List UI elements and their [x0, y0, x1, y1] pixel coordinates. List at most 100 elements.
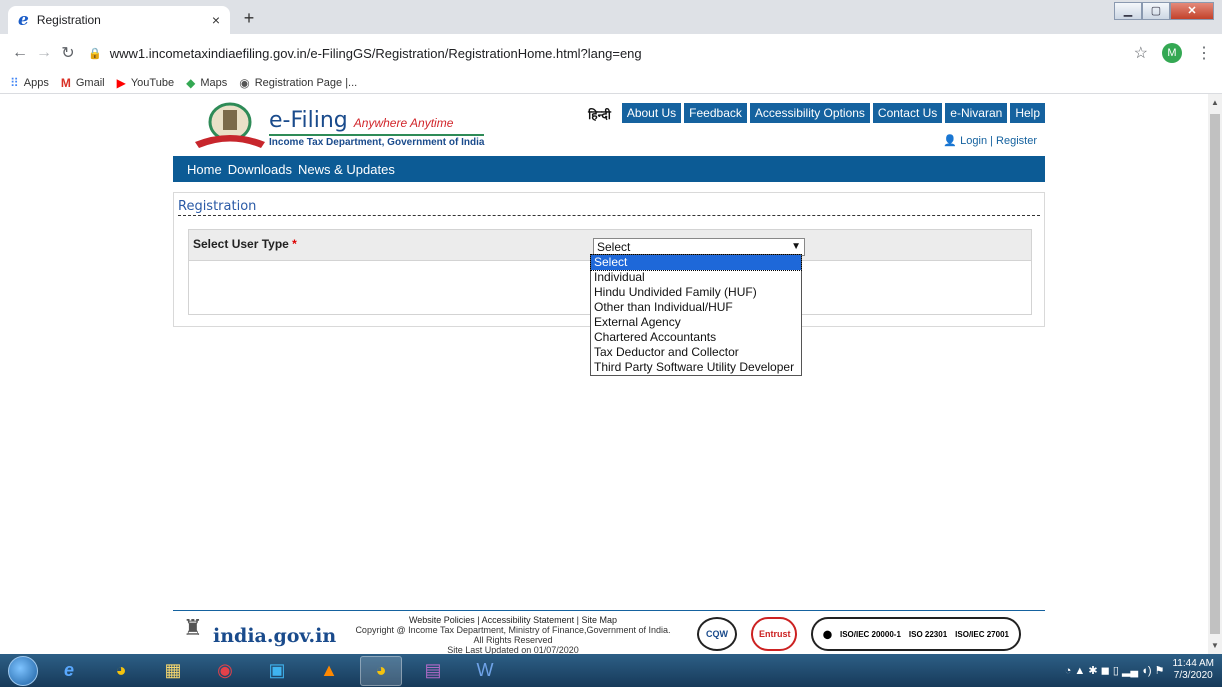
site-footer: ♜ india.gov.in Website Policies | Access… — [173, 610, 1045, 654]
option-select[interactable]: Select — [590, 254, 802, 271]
option-other-than-individual-huf[interactable]: Other than Individual/HUF — [591, 300, 801, 315]
taskbar-ie-icon[interactable]: e — [48, 656, 90, 686]
option-third-party-developer[interactable]: Third Party Software Utility Developer — [591, 360, 801, 375]
user-type-label: Select User Type * — [193, 237, 297, 251]
bookmark-label: Apps — [23, 76, 49, 89]
system-tray: ◔ ▲ ✱ ◼ ▯ ▂▄ ◖) ⚑ 11:44 AM 7/3/2020 — [1065, 658, 1214, 682]
user-icon: 👤 — [943, 135, 958, 147]
login-text: Login | Register — [960, 135, 1037, 147]
option-tax-deductor-collector[interactable]: Tax Deductor and Collector — [591, 345, 801, 360]
close-window-button[interactable]: ✕ — [1170, 2, 1214, 20]
bookmark-registration[interactable]: ◉ Registration Page |... — [239, 76, 357, 90]
browser-tabstrip: e Registration × + ▁ ▢ ✕ — [0, 0, 1222, 34]
nav-feedback[interactable]: Feedback — [684, 103, 747, 123]
nav-help[interactable]: Help — [1010, 103, 1045, 123]
bookmark-gmail[interactable]: M Gmail — [61, 76, 105, 90]
start-button[interactable] — [8, 655, 38, 686]
emblem-logo — [195, 102, 265, 148]
url-text: www1.incometaxindiaefiling.gov.in/e-Fili… — [109, 45, 642, 61]
taskbar-chrome-active-icon[interactable]: ◕ — [360, 655, 402, 686]
scroll-up-icon[interactable]: ▲ — [1208, 98, 1222, 107]
clock[interactable]: 11:44 AM 7/3/2020 — [1172, 658, 1214, 682]
bookmark-label: Gmail — [75, 76, 105, 89]
tray-icons[interactable]: ◔ ▲ ✱ ◼ ▯ ▂▄ ◖) ⚑ — [1065, 664, 1165, 677]
web-page: e-Filing Anywhere Anytime Income Tax Depa… — [0, 94, 1208, 654]
bookmark-label: Registration Page |... — [254, 76, 358, 89]
globe-icon: ◉ — [239, 75, 250, 90]
ie-icon: e — [18, 10, 29, 30]
reload-icon[interactable]: ↻ — [56, 43, 80, 63]
nav-news-updates[interactable]: News & Updates — [298, 162, 395, 177]
bookmark-maps[interactable]: ◆ Maps — [186, 76, 227, 90]
india-gov-logo[interactable]: ♜ india.gov.in — [183, 615, 336, 647]
browser-tab[interactable]: e Registration × — [8, 6, 230, 34]
taskbar-explorer-icon[interactable]: ▦ — [152, 656, 194, 686]
footer-links[interactable]: Website Policies | Accessibility Stateme… — [323, 615, 703, 625]
taskbar-media-icon[interactable]: ◉ — [204, 656, 246, 686]
lock-icon: 🔒 — [88, 47, 102, 60]
user-type-selected-value: Select — [597, 240, 631, 254]
apps-icon: ⠿ — [10, 75, 19, 90]
india-gov-text: india.gov.in — [213, 625, 337, 647]
iso-20000: ISO/IEC 20000-1 — [839, 629, 901, 639]
maximize-button[interactable]: ▢ — [1142, 2, 1170, 20]
bookmark-apps[interactable]: ⠿ Apps — [10, 76, 49, 90]
brand: e-Filing Anywhere Anytime Income Tax Depa… — [269, 108, 485, 148]
option-huf[interactable]: Hindu Undivided Family (HUF) — [591, 285, 801, 300]
bookmark-label: Maps — [200, 76, 228, 89]
menu-kebab-icon[interactable]: ⋮ — [1196, 43, 1212, 63]
user-type-label-text: Select User Type — [193, 237, 289, 251]
login-register-link[interactable]: 👤 Login | Register — [943, 134, 1037, 147]
entrust-badge: Entrust — [751, 617, 797, 651]
bsi-icon: ⬤ — [823, 629, 832, 639]
brand-tagline: Anywhere Anytime — [353, 116, 454, 130]
profile-avatar[interactable]: M — [1162, 43, 1182, 63]
top-nav: हिन्दी About Us Feedback Accessibility O… — [588, 103, 1045, 123]
iso-22301: ISO 22301 — [908, 629, 948, 639]
minimize-button[interactable]: ▁ — [1114, 2, 1142, 20]
taskbar-word-icon[interactable]: W — [464, 656, 506, 686]
user-type-dropdown: Select Individual Hindu Undivided Family… — [590, 254, 802, 376]
option-individual[interactable]: Individual — [591, 270, 801, 285]
url-field[interactable]: 🔒 www1.incometaxindiaefiling.gov.in/e-Fi… — [88, 39, 1134, 67]
nav-e-nivaran[interactable]: e-Nivaran — [945, 103, 1008, 123]
required-mark: * — [292, 237, 297, 251]
page-scrollbar[interactable]: ▲ ▼ — [1208, 94, 1222, 654]
taskbar-winrar-icon[interactable]: ▤ — [412, 656, 454, 686]
clock-time: 11:44 AM — [1172, 658, 1214, 669]
nav-about-us[interactable]: About Us — [621, 103, 682, 123]
nav-downloads[interactable]: Downloads — [228, 162, 292, 177]
footer-rights: All Rights Reserved — [473, 635, 553, 645]
hindi-link[interactable]: हिन्दी — [588, 103, 611, 123]
nav-home[interactable]: Home — [187, 162, 222, 177]
option-chartered-accountants[interactable]: Chartered Accountants — [591, 330, 801, 345]
footer-info: Website Policies | Accessibility Stateme… — [323, 615, 703, 654]
main-nav: Home Downloads News & Updates — [173, 156, 1045, 182]
clock-date: 7/3/2020 — [1173, 670, 1213, 681]
brand-title: e-Filing — [269, 108, 348, 133]
maps-icon: ◆ — [186, 75, 196, 90]
emblem-icon: ♜ — [183, 615, 203, 640]
chevron-down-icon: ▼ — [791, 241, 801, 252]
tab-title: Registration — [36, 13, 101, 27]
taskbar-player-icon[interactable]: ▣ — [256, 656, 298, 686]
forward-icon[interactable]: → — [32, 44, 56, 62]
close-tab-icon[interactable]: × — [212, 12, 220, 28]
footer-copyright: Copyright @ Income Tax Department, Minis… — [355, 625, 671, 635]
address-bar-row: ← → ↻ 🔒 www1.incometaxindiaefiling.gov.i… — [0, 34, 1222, 72]
scrollbar-thumb[interactable] — [1210, 114, 1220, 634]
bookmarks-bar: ⠿ Apps M Gmail ▶ YouTube ◆ Maps ◉ Registratio… — [0, 72, 1222, 94]
nav-accessibility[interactable]: Accessibility Options — [749, 103, 870, 123]
iso-badge: ⬤ ISO/IEC 20000-1 ISO 22301 ISO/IEC 2700… — [811, 617, 1021, 651]
scroll-down-icon[interactable]: ▼ — [1208, 641, 1222, 650]
option-external-agency[interactable]: External Agency — [591, 315, 801, 330]
nav-contact-us[interactable]: Contact Us — [872, 103, 943, 123]
cqw-badge: CQW — [697, 617, 737, 651]
gmail-icon: M — [60, 75, 71, 90]
taskbar-vlc-icon[interactable]: ▲ — [308, 656, 350, 686]
bookmark-youtube[interactable]: ▶ YouTube — [117, 76, 174, 90]
bookmark-star-icon[interactable]: ☆ — [1134, 43, 1148, 63]
back-icon[interactable]: ← — [8, 44, 32, 62]
new-tab-button[interactable]: + — [236, 8, 262, 30]
taskbar-chrome-icon[interactable]: ◕ — [100, 656, 142, 686]
